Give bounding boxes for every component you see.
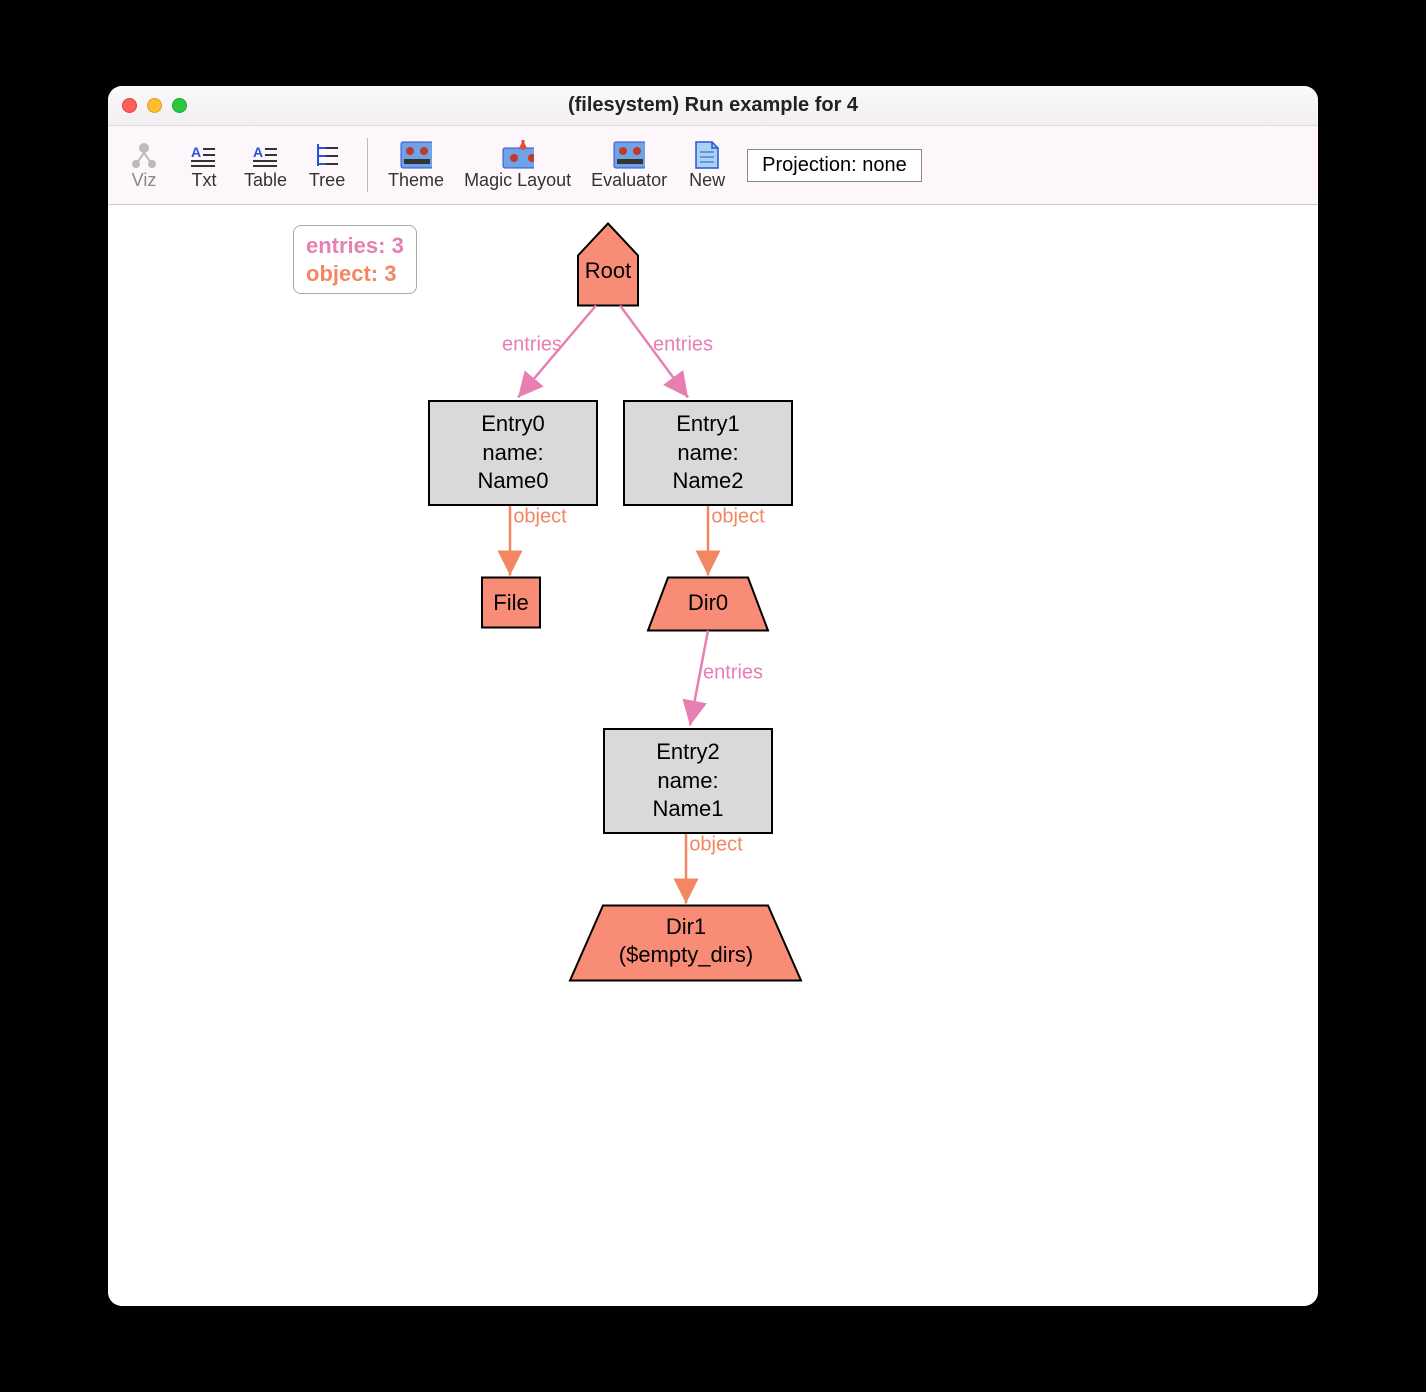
edge-label-object-2: object <box>711 506 764 529</box>
tree-button[interactable]: Tree <box>299 136 355 195</box>
root-label: Root <box>585 258 631 284</box>
dir0-label: Dir0 <box>688 590 728 616</box>
viz-label: Viz <box>132 170 157 191</box>
toolbar: Viz A Txt A Table Tree Theme <box>108 126 1318 204</box>
tree-icon <box>311 140 343 170</box>
evaluator-button[interactable]: Evaluator <box>583 136 675 195</box>
new-button[interactable]: New <box>679 136 735 195</box>
tree-label: Tree <box>309 170 345 191</box>
theme-label: Theme <box>388 170 444 191</box>
svg-text:A: A <box>191 144 201 160</box>
dir1-label-1: Dir1 <box>666 914 706 940</box>
table-button[interactable]: A Table <box>236 136 295 195</box>
table-icon: A <box>250 140 282 170</box>
edge-label-entries-2: entries <box>653 334 713 357</box>
entry1-node: Entry1 name: Name2 <box>623 400 793 506</box>
magic-layout-button[interactable]: Magic Layout <box>456 136 579 195</box>
titlebar: (filesystem) Run example for 4 <box>108 86 1318 126</box>
viz-icon <box>128 140 160 170</box>
entry0-title: Entry0 <box>444 410 582 439</box>
app-window: (filesystem) Run example for 4 Viz A Txt… <box>108 86 1318 1306</box>
entry0-node: Entry0 name: Name0 <box>428 400 598 506</box>
txt-label: Txt <box>192 170 217 191</box>
magic-layout-label: Magic Layout <box>464 170 571 191</box>
new-label: New <box>689 170 725 191</box>
entry1-title: Entry1 <box>639 410 777 439</box>
evaluator-label: Evaluator <box>591 170 667 191</box>
entry2-title: Entry2 <box>619 738 757 767</box>
projection-box[interactable]: Projection: none <box>747 149 922 182</box>
edge-label-object-3: object <box>689 834 742 857</box>
dir1-label-2: ($empty_dirs) <box>619 942 753 968</box>
viz-button[interactable]: Viz <box>116 136 172 195</box>
magic-layout-icon <box>502 140 534 170</box>
txt-icon: A <box>188 140 220 170</box>
diagram-canvas[interactable]: entries: 3 object: 3 <box>108 204 1318 1306</box>
edge-label-entries-1: entries <box>502 334 562 357</box>
entry0-sub: name: Name0 <box>444 439 582 496</box>
window-title: (filesystem) Run example for 4 <box>108 94 1318 117</box>
svg-text:A: A <box>253 144 263 160</box>
theme-icon <box>400 140 432 170</box>
entry2-sub: name: Name1 <box>619 767 757 824</box>
edge-label-object-1: object <box>513 506 566 529</box>
evaluator-icon <box>613 140 645 170</box>
table-label: Table <box>244 170 287 191</box>
theme-button[interactable]: Theme <box>380 136 452 195</box>
toolbar-separator <box>367 138 368 192</box>
txt-button[interactable]: A Txt <box>176 136 232 195</box>
entry2-node: Entry2 name: Name1 <box>603 728 773 834</box>
edge-label-entries-3: entries <box>703 662 763 685</box>
file-label: File <box>493 590 528 616</box>
entry1-sub: name: Name2 <box>639 439 777 496</box>
new-icon <box>691 140 723 170</box>
